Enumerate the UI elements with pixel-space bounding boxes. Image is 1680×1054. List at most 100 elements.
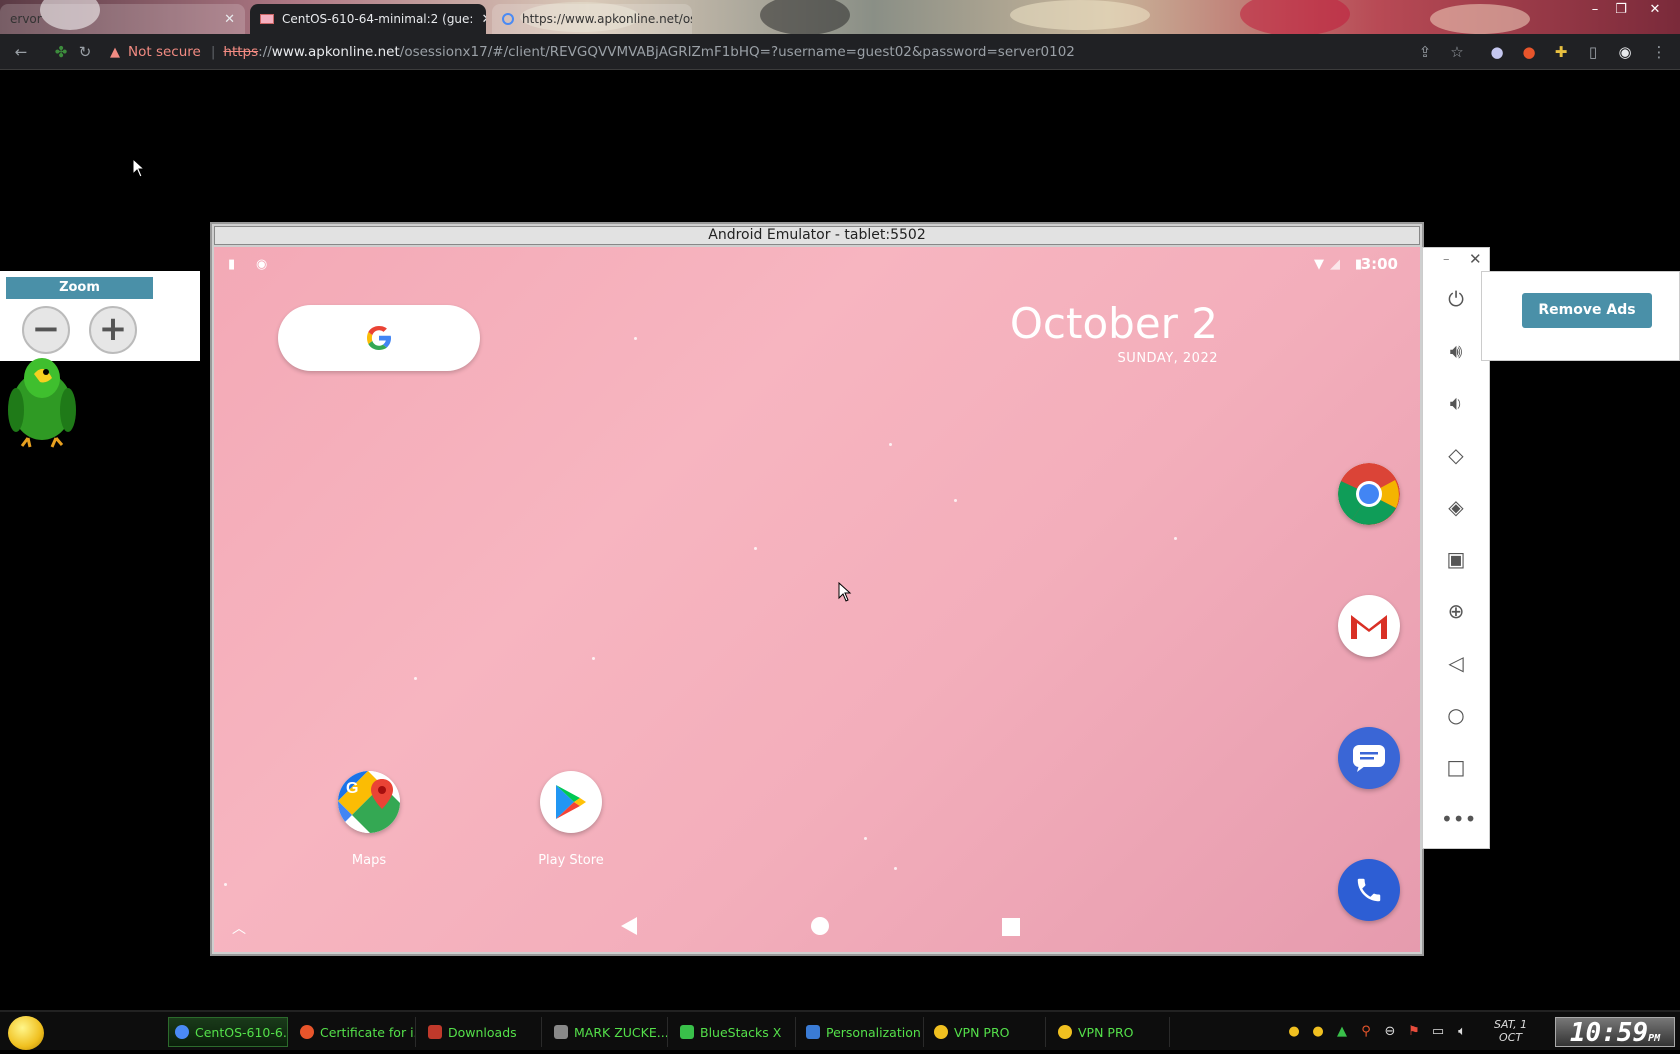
- taskbar-item-certificate[interactable]: Certificate for i...: [294, 1017, 416, 1047]
- maps-label: Maps: [351, 853, 387, 868]
- emulator-cursor-icon: [838, 582, 852, 602]
- svg-text:G: G: [346, 780, 358, 797]
- address-bar[interactable]: ▲ Not secure | https://www.apkonline.net…: [110, 39, 1450, 65]
- tray-date[interactable]: SAT, 1 OCT: [1494, 1018, 1527, 1044]
- zoom-in-icon[interactable]: ⊕: [1441, 596, 1471, 626]
- url-host: www.apkonline.net: [271, 44, 400, 60]
- taskbar-item-label: Personalization: [826, 1024, 921, 1040]
- phone-icon[interactable]: [1338, 859, 1400, 921]
- url-scheme-suffix: ://: [258, 44, 272, 60]
- camera-icon[interactable]: ▣: [1441, 544, 1471, 574]
- share-icon[interactable]: ⇪: [1416, 43, 1434, 61]
- tab-previous[interactable]: ervor ✕: [0, 4, 245, 34]
- extension-globe-icon[interactable]: ●: [1488, 43, 1506, 61]
- power-icon[interactable]: ⏻: [1441, 284, 1471, 314]
- taskbar-item-personalization[interactable]: Personalization: [800, 1017, 924, 1047]
- chrome-icon[interactable]: [1338, 463, 1400, 525]
- android-recents-icon[interactable]: [1002, 918, 1020, 936]
- date-widget[interactable]: October 2: [1010, 299, 1218, 348]
- tray-sync-icon[interactable]: ⊖: [1382, 1024, 1398, 1040]
- tab-centos[interactable]: CentOS-610-64-minimal:2 (gue: ✕: [250, 4, 486, 34]
- profile-avatar-icon[interactable]: ◉: [1616, 43, 1634, 61]
- browser-menu-icon[interactable]: ⋮: [1650, 43, 1668, 61]
- back-arrow-icon[interactable]: ←: [12, 43, 30, 61]
- tray-app-icon[interactable]: ▲: [1334, 1024, 1350, 1040]
- emulator-window: Android Emulator - tablet:5502 ▮ ◉ ▼ ◢ ▮…: [210, 222, 1424, 956]
- close-tab-icon[interactable]: ✕: [224, 12, 235, 27]
- gmail-icon[interactable]: [1338, 595, 1400, 657]
- messages-icon[interactable]: [1338, 727, 1400, 789]
- start-button[interactable]: [8, 1016, 44, 1050]
- restore-window-button[interactable]: ❐: [1606, 0, 1636, 20]
- google-g-icon: [367, 326, 391, 350]
- tray-clock[interactable]: 10:59PM: [1555, 1017, 1675, 1048]
- tray-network-icon[interactable]: ▭: [1430, 1024, 1446, 1040]
- signal-icon: ◢: [1330, 257, 1340, 272]
- omnibox-separator: |: [210, 44, 216, 60]
- back-icon[interactable]: ◁: [1441, 648, 1471, 678]
- taskbar-item-label: VPN PRO: [954, 1024, 1010, 1040]
- zoom-out-button[interactable]: −: [22, 306, 70, 354]
- mouse-cursor-icon: [132, 158, 146, 178]
- taskbar-item-bluestacks[interactable]: BlueStacks X: [674, 1017, 796, 1047]
- android-home-icon[interactable]: [810, 916, 830, 936]
- maps-icon[interactable]: G: [338, 771, 400, 833]
- bookmark-star-icon[interactable]: ☆: [1448, 43, 1466, 61]
- reload-icon[interactable]: ↻: [76, 43, 94, 61]
- security-status[interactable]: Not secure: [128, 44, 201, 60]
- volume-down-icon[interactable]: 🔉︎: [1441, 388, 1471, 418]
- emulator-title-bar[interactable]: Android Emulator - tablet:5502: [214, 226, 1420, 245]
- zoom-in-button[interactable]: +: [89, 306, 137, 354]
- tab-label: CentOS-610-64-minimal:2 (gue:: [282, 12, 474, 26]
- chrome-icon: [175, 1025, 189, 1039]
- rotate-left-icon[interactable]: ◇: [1441, 440, 1471, 470]
- tray-volume-icon[interactable]: 🔈︎: [1454, 1024, 1470, 1040]
- extensions-puzzle-icon[interactable]: ✚: [1552, 43, 1570, 61]
- bluestacks-icon: [680, 1025, 694, 1039]
- more-icon[interactable]: •••: [1441, 804, 1476, 834]
- taskbar-item-label: MARK ZUCKE...: [574, 1024, 668, 1040]
- tray-vpn-icon[interactable]: ●: [1286, 1024, 1302, 1040]
- rotate-right-icon[interactable]: ◈: [1441, 492, 1471, 522]
- taskbar-item-label: CentOS-610-6...: [195, 1024, 288, 1040]
- android-back-icon[interactable]: [620, 916, 638, 936]
- tray-date-day: SAT, 1: [1494, 1018, 1528, 1031]
- tray-search-icon[interactable]: ⚲: [1358, 1024, 1374, 1040]
- taskbar-item-vpn-pro[interactable]: VPN PRO: [928, 1017, 1046, 1047]
- close-window-button[interactable]: ✕: [1640, 0, 1670, 20]
- tray-flag-icon[interactable]: ⚑: [1406, 1024, 1422, 1040]
- taskbar-item-downloads[interactable]: Downloads: [422, 1017, 542, 1047]
- remove-ads-button[interactable]: Remove Ads: [1522, 293, 1652, 328]
- os-taskbar: CentOS-610-6... Certificate for i... Dow…: [0, 1010, 1680, 1050]
- android-home-screen[interactable]: ▮ ◉ ▼ ◢ ▮ 3:00 October 2 SUNDAY, 2022 G …: [214, 247, 1420, 952]
- browser-toolbar: ← ✤ ↻ ▲ Not secure | https://www.apkonli…: [0, 34, 1680, 70]
- tab-label: https://www.apkonline.net/ose: [522, 12, 692, 26]
- emulator-side-toolbar: – ✕ ⏻ 🔊︎ 🔉︎ ◇ ◈ ▣ ⊕ ◁ ○ □ •••: [1422, 247, 1490, 849]
- overview-icon[interactable]: □: [1441, 752, 1471, 782]
- google-search-widget[interactable]: [278, 305, 480, 371]
- taskbar-item-label: VPN PRO: [1078, 1024, 1134, 1040]
- extension-leaf-icon[interactable]: ✤: [52, 43, 70, 61]
- taskbar-item-centos[interactable]: CentOS-610-6...: [168, 1017, 288, 1047]
- tray-vpn-icon[interactable]: ●: [1310, 1024, 1326, 1040]
- tab-apkonline[interactable]: https://www.apkonline.net/ose: [492, 4, 692, 34]
- home-icon[interactable]: ○: [1441, 700, 1471, 730]
- volume-up-icon[interactable]: 🔊︎: [1441, 336, 1471, 366]
- toolbar-close-button[interactable]: ✕: [1469, 250, 1482, 268]
- warning-icon: ▲: [110, 44, 120, 60]
- downloads-icon: [428, 1025, 442, 1039]
- vpn-icon: [1058, 1025, 1072, 1039]
- tray-clock-time: 10:59: [1569, 1018, 1649, 1048]
- close-tab-icon[interactable]: ✕: [481, 12, 486, 27]
- zoom-title: Zoom: [6, 277, 153, 299]
- taskbar-item-label: BlueStacks X: [700, 1024, 782, 1040]
- play-store-icon[interactable]: [540, 771, 602, 833]
- toolbar-minimize-button[interactable]: –: [1443, 252, 1450, 267]
- favicon-icon: [260, 14, 274, 24]
- extension-fire-icon[interactable]: ●: [1520, 43, 1538, 61]
- taskbar-item-mark-zucke[interactable]: MARK ZUCKE...: [548, 1017, 668, 1047]
- document-icon: [554, 1025, 568, 1039]
- taskbar-item-vpn-pro-2[interactable]: VPN PRO: [1052, 1017, 1170, 1047]
- app-drawer-chevron-icon[interactable]: ︿: [232, 918, 246, 938]
- side-panel-icon[interactable]: ▯: [1584, 43, 1602, 61]
